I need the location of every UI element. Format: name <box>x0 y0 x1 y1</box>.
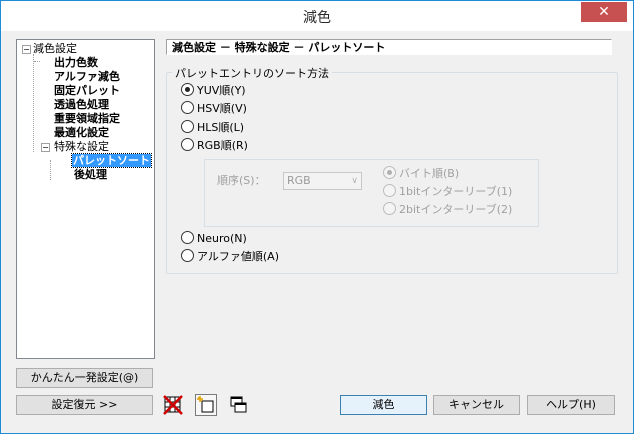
tree-item-label: アルファ減色 <box>54 70 120 83</box>
radio-byte-order[interactable]: バイト順(B) <box>383 166 459 181</box>
chevron-down-icon: ∨ <box>351 176 358 186</box>
tree-item-transparency[interactable]: 透過色処理 <box>54 98 109 112</box>
radio-yuv[interactable]: YUV順(Y) <box>181 83 246 98</box>
help-button[interactable]: ヘルプ(H) <box>527 395 615 415</box>
radio-label: バイト順(B) <box>399 167 460 180</box>
delete-palette-icon <box>163 395 183 415</box>
order-label: 順序(S)： <box>217 174 266 187</box>
ok-button[interactable]: 減色 <box>340 395 427 415</box>
collapse-icon[interactable]: − <box>41 143 50 152</box>
tree-connector <box>50 160 51 180</box>
new-item-icon <box>197 396 214 413</box>
restore-settings-button[interactable]: 設定復元 >> <box>16 395 153 415</box>
dialog-client: − 減色設定 出力色数 アルファ減色 固定パレット 透過色処理 重要領域指定 最… <box>7 31 627 427</box>
radio-icon[interactable] <box>181 138 194 151</box>
tree-item-post-process[interactable]: 後処理 <box>74 168 107 182</box>
tree-item-reduce-settings[interactable]: − 減色設定 <box>22 42 77 56</box>
window-title: 減色 <box>303 10 331 26</box>
cancel-button[interactable]: キャンセル <box>433 395 520 415</box>
easy-setup-button[interactable]: かんたん一発設定(@) <box>16 368 153 388</box>
radio-rgb[interactable]: RGB順(R) <box>181 138 248 153</box>
radio-label: YUV順(Y) <box>197 84 246 97</box>
tree-item-label: 重要領域指定 <box>54 112 120 125</box>
close-icon: ✕ <box>598 4 610 20</box>
radio-neuro[interactable]: Neuro(N) <box>181 231 247 246</box>
close-button[interactable]: ✕ <box>581 2 627 22</box>
radio-2bit-interleave[interactable]: 2bitインターリーブ(2) <box>383 202 512 217</box>
radio-hsv[interactable]: HSV順(V) <box>181 101 247 116</box>
radio-label: RGB順(R) <box>197 139 248 152</box>
delete-button[interactable] <box>162 394 184 416</box>
radio-icon[interactable] <box>181 101 194 114</box>
radio-icon[interactable] <box>383 184 396 197</box>
radio-label: 2bitインターリーブ(2) <box>399 203 513 216</box>
group-title: パレットエントリのソート方法 <box>172 65 332 81</box>
collapse-icon[interactable]: − <box>22 45 31 54</box>
radio-1bit-interleave[interactable]: 1bitインターリーブ(1) <box>383 184 512 199</box>
dialog-window: 減色 ✕ − 減色設定 出力色数 アルファ減色 固定パレット 透過色処理 重要領… <box>0 0 634 434</box>
radio-icon[interactable] <box>181 231 194 244</box>
new-button[interactable] <box>195 394 217 416</box>
tree-connector <box>33 54 34 152</box>
radio-alpha[interactable]: アルファ値順(A) <box>181 249 279 264</box>
tree-item-optimize[interactable]: 最適化設定 <box>54 126 109 140</box>
tree-item-palette-sort[interactable]: パレットソート <box>71 153 152 168</box>
radio-label: Neuro(N) <box>197 232 247 245</box>
tree-item-label: 出力色数 <box>54 56 98 69</box>
tree-item-label: 特殊な設定 <box>54 140 109 153</box>
tree-item-important-area[interactable]: 重要領域指定 <box>54 112 120 126</box>
tree-item-fixed-palette[interactable]: 固定パレット <box>54 84 120 98</box>
tree-item-alpha-reduce[interactable]: アルファ減色 <box>54 70 120 84</box>
radio-label: アルファ値順(A) <box>197 250 279 263</box>
radio-icon[interactable] <box>383 202 396 215</box>
settings-tree[interactable]: − 減色設定 出力色数 アルファ減色 固定パレット 透過色処理 重要領域指定 最… <box>16 39 155 359</box>
radio-checked-icon[interactable] <box>181 83 194 96</box>
radio-label: 1bitインターリーブ(1) <box>399 185 513 198</box>
radio-icon[interactable] <box>181 120 194 133</box>
page-title: 減色設定 － 特殊な設定 － パレットソート <box>166 39 612 55</box>
title-bar: 減色 ✕ <box>1 1 633 31</box>
tree-item-special-settings[interactable]: − 特殊な設定 <box>41 140 109 154</box>
tree-item-output-colors[interactable]: 出力色数 <box>54 56 98 70</box>
tree-item-label: 最適化設定 <box>54 126 109 139</box>
copy-button[interactable] <box>227 394 249 416</box>
radio-checked-icon[interactable] <box>383 166 396 179</box>
tree-item-label: 透過色処理 <box>54 98 109 111</box>
tree-item-label: パレットソート <box>71 153 152 168</box>
tree-item-label: 後処理 <box>74 168 107 181</box>
radio-icon[interactable] <box>181 249 194 262</box>
order-select-value: RGB <box>287 174 311 187</box>
order-select[interactable]: RGB ∨ <box>283 172 362 190</box>
tree-item-label: 固定パレット <box>54 84 120 97</box>
radio-label: HLS順(L) <box>197 121 245 134</box>
tree-connector <box>34 61 40 62</box>
radio-hls[interactable]: HLS順(L) <box>181 120 244 135</box>
tree-item-label: 減色設定 <box>33 42 77 55</box>
radio-label: HSV順(V) <box>197 102 247 115</box>
copy-windows-icon <box>230 396 247 413</box>
